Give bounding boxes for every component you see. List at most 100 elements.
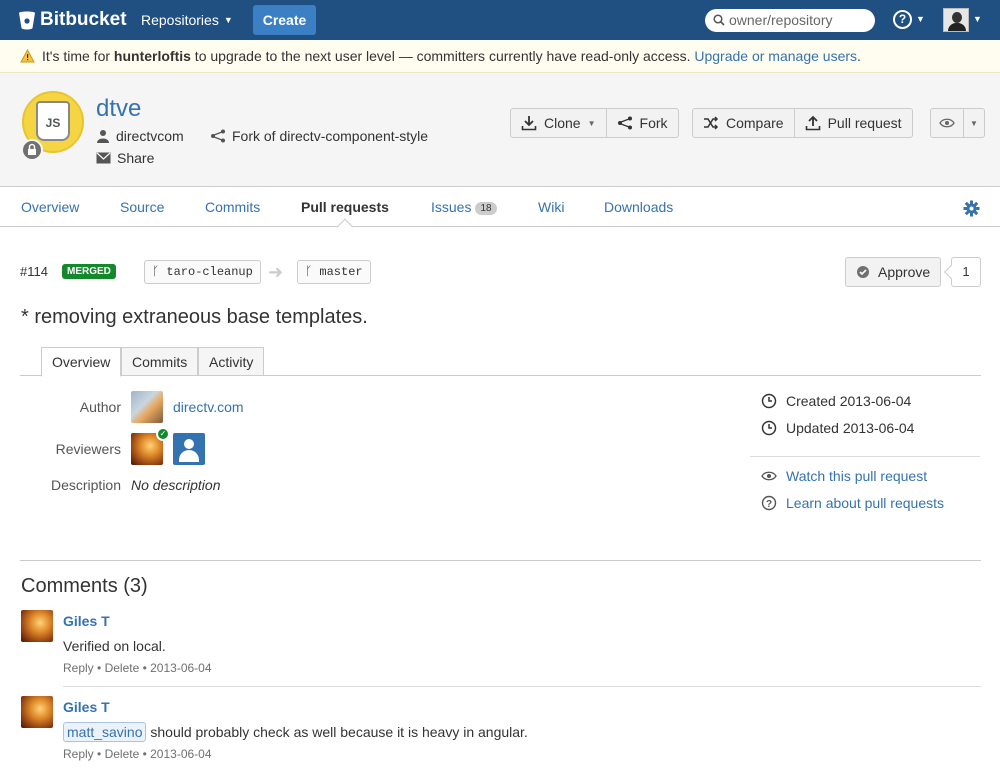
target-branch[interactable]: ᚴ master [297,260,371,284]
updated-date: Updated 2013-06-04 [761,420,914,436]
approve-label: Approve [878,264,931,280]
compare-label: Compare [726,115,784,131]
eye-icon [761,471,777,481]
user-mention[interactable]: matt_savino [63,722,147,742]
fork-label: Fork [639,115,668,131]
upload-icon [805,115,820,131]
watch-group: ▼ [930,108,985,138]
reviewer-avatar[interactable] [173,433,205,465]
repositories-menu[interactable]: Repositories ▼ [141,12,233,28]
subtab-commits[interactable]: Commits [121,347,199,376]
branch-icon: ᚴ [305,265,320,279]
repo-owner[interactable]: directvcom [96,128,184,144]
gear-icon[interactable] [963,200,980,217]
bitbucket-logo[interactable]: Bitbucket [18,9,127,31]
repository-tabs: Overview Source Commits Pull requests Is… [0,188,1000,227]
watch-button[interactable] [930,108,964,138]
arrow-right-icon: ➜ [268,262,284,282]
subtab-activity[interactable]: Activity [198,347,265,376]
upgrade-notice: It's time for hunterloftis to upgrade to… [0,40,1000,73]
learn-pull-requests-link[interactable]: ? Learn about pull requests [761,495,944,511]
user-icon [97,130,109,143]
comment-body: should probably check as well because it… [146,724,528,740]
clock-icon [761,420,777,436]
tab-pull-requests[interactable]: Pull requests [301,199,389,215]
notice-text: It's time for [42,48,114,64]
created-date: Created 2013-06-04 [761,393,911,409]
comment-divider [63,686,981,687]
upgrade-link[interactable]: Upgrade or manage users [694,48,857,64]
comment-text: Verified on local. [63,638,166,654]
notice-username: hunterloftis [113,48,191,64]
reply-link[interactable]: Reply [63,661,94,675]
tab-downloads[interactable]: Downloads [604,199,673,215]
comment-date: 2013-06-04 [150,747,212,761]
comment-avatar[interactable] [21,696,53,728]
clone-label: Clone [544,115,581,131]
repo-owner-name: directvcom [116,128,184,144]
branch-icon: ᚴ [152,265,167,279]
share-label: Share [117,150,155,166]
tab-issues-label: Issues [431,199,472,215]
create-button[interactable]: Create [253,5,316,35]
approval-count: 1 [951,257,981,287]
tab-commits[interactable]: Commits [205,199,260,215]
status-badge: MERGED [62,264,116,279]
user-avatar[interactable] [943,8,969,32]
create-pull-request-button[interactable]: Pull request [794,108,913,138]
repositories-label: Repositories [141,12,219,28]
search-icon [713,14,725,26]
fork-button[interactable]: Fork [606,108,679,138]
chevron-down-icon[interactable]: ▼ [916,14,925,24]
reply-link[interactable]: Reply [63,747,94,761]
top-navigation-bar: Bitbucket Repositories ▼ Create owner/rep… [0,0,1000,40]
approve-button[interactable]: Approve [845,257,941,287]
tab-wiki[interactable]: Wiki [538,199,564,215]
approved-check-icon: ✓ [156,427,170,441]
bucket-icon [19,11,35,30]
js-jar-icon: JS [36,101,70,141]
compare-button[interactable]: Compare [692,108,795,138]
clone-button[interactable]: Clone ▼ [510,108,607,138]
delete-link[interactable]: Delete [105,661,140,675]
pull-request-id: #114 [20,264,48,279]
shuffle-icon [704,116,719,130]
watch-label: Watch this pull request [786,468,928,484]
warning-icon [20,49,35,63]
author-link[interactable]: directv.com [173,399,244,415]
envelope-icon [96,152,111,164]
notice-text-after: to upgrade to the next user level — comm… [190,48,695,64]
tab-overview[interactable]: Overview [21,199,79,215]
issues-count-badge: 18 [475,202,497,215]
pull-request-label: Pull request [827,115,902,131]
fork-icon [617,116,632,130]
watch-dropdown[interactable]: ▼ [964,108,985,138]
share-link[interactable]: Share [96,150,154,166]
created-text: Created 2013-06-04 [786,393,912,409]
question-circle-icon: ? [761,495,777,511]
comment-author[interactable]: Giles T [63,699,110,715]
source-branch[interactable]: ᚴ taro-cleanup [144,260,261,284]
repository-header: JS dtve directvcom Share Fork of directv… [0,73,1000,187]
comment-author[interactable]: Giles T [63,613,110,629]
learn-label: Learn about pull requests [786,495,944,511]
fork-icon [211,129,225,143]
comment-avatar[interactable] [21,610,53,642]
updated-text: Updated 2013-06-04 [786,420,915,436]
download-icon [521,116,537,131]
clock-icon [761,393,777,409]
tab-source[interactable]: Source [120,199,164,215]
watch-pull-request-link[interactable]: Watch this pull request [761,468,927,484]
subtab-overview[interactable]: Overview [41,347,122,377]
comments-heading: Comments (3) [21,575,148,597]
comment-actions: Reply • Delete • 2013-06-04 [63,747,212,761]
help-icon[interactable]: ? [893,10,912,29]
author-avatar[interactable] [131,391,163,423]
search-placeholder: owner/repository [729,12,833,28]
tab-issues[interactable]: Issues 18 [431,199,497,215]
description-label: Description [50,477,121,493]
chevron-down-icon[interactable]: ▼ [973,14,982,24]
search-input[interactable]: owner/repository [705,9,875,32]
delete-link[interactable]: Delete [105,747,140,761]
repository-name[interactable]: dtve [96,95,141,123]
